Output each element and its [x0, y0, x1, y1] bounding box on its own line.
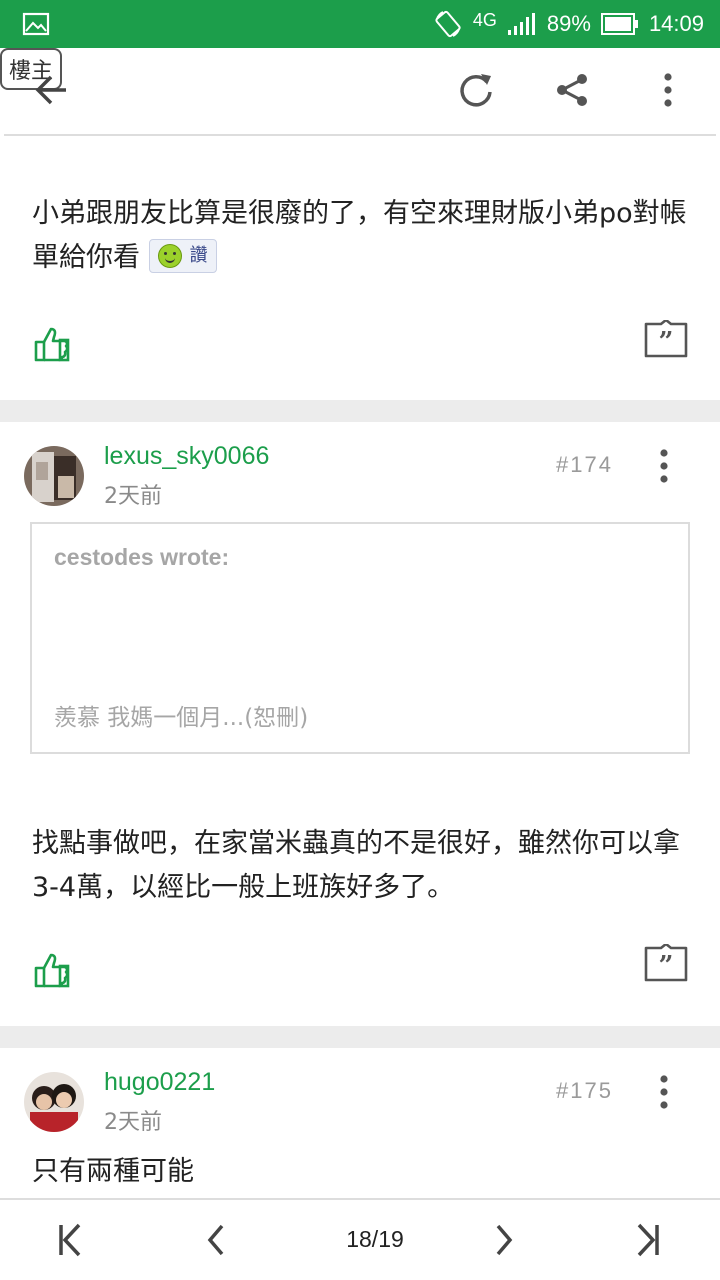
post-more-icon[interactable]: [652, 448, 676, 484]
share-icon: [557, 74, 587, 106]
chevron-right-icon: [496, 1224, 513, 1256]
quote-body: 羨慕 我媽一個月...(恕刪): [54, 705, 309, 731]
last-page-button[interactable]: [628, 1218, 668, 1262]
back-button[interactable]: [28, 66, 76, 114]
more-vert-icon: [664, 73, 672, 107]
chevron-left-icon: [207, 1224, 224, 1256]
signal-icon: [507, 13, 535, 35]
toolbar: 樓主: [0, 48, 720, 134]
post-body: 只有兩種可能: [32, 1150, 692, 1194]
post-body: 找點事做吧，在家當米蟲真的不是很好，雖然你可以拿3-4萬，以經比一般上班族好多了…: [32, 822, 692, 910]
post-text: 小弟跟朋友比算是很廢的了，有空來理財版小弟po對帳單給你看: [32, 198, 687, 273]
post-time: 2天前: [104, 1110, 162, 1135]
section-separator: [0, 1026, 720, 1048]
share-button[interactable]: [548, 66, 596, 114]
gallery-icon: [22, 12, 50, 36]
quote-author: cestodes wrote:: [54, 544, 230, 570]
refresh-icon: [460, 74, 492, 107]
emoji-sticker: 讚: [148, 238, 217, 273]
post-body: 小弟跟朋友比算是很廢的了，有空來理財版小弟po對帳單給你看 讚: [32, 192, 692, 280]
thumbs-up-icon[interactable]: [32, 950, 72, 990]
prev-page-button[interactable]: [196, 1218, 236, 1262]
next-page-button[interactable]: [484, 1218, 524, 1262]
section-separator: [0, 400, 720, 422]
avatar[interactable]: [24, 1072, 84, 1132]
first-page-button[interactable]: [50, 1218, 90, 1262]
quote-reply-icon[interactable]: ”: [644, 944, 688, 982]
post-text: 找點事做吧，在家當米蟲真的不是很好，雖然你可以拿3-4萬，以經比一般上班族好多了…: [32, 828, 680, 903]
quote-reply-icon[interactable]: ”: [644, 320, 688, 358]
floor-number: #175: [556, 1078, 613, 1103]
thumbs-up-icon[interactable]: [32, 324, 72, 364]
post-text: 只有兩種可能: [32, 1156, 194, 1187]
refresh-button[interactable]: [452, 66, 500, 114]
pagination-bar: 18/19: [0, 1200, 720, 1280]
smiley-icon: [157, 243, 182, 268]
battery-icon: [600, 13, 638, 35]
username[interactable]: hugo0221: [104, 1068, 215, 1097]
emoji-label: 讚: [189, 244, 208, 266]
quote-block: cestodes wrote: 羨慕 我媽一個月...(恕刪): [30, 522, 690, 754]
first-page-icon: [59, 1223, 81, 1257]
svg-text:”: ”: [659, 327, 674, 357]
status-bar: 4G 89% 14:09: [0, 0, 720, 48]
clock: 14:09: [648, 11, 704, 36]
svg-text:”: ”: [659, 951, 674, 981]
more-options-button[interactable]: [644, 66, 692, 114]
page-indicator[interactable]: 18/19: [300, 1226, 450, 1253]
post-more-icon[interactable]: [652, 1074, 676, 1110]
back-arrow-icon: [35, 75, 66, 105]
username[interactable]: lexus_sky0066: [104, 442, 269, 471]
network-type: 4G: [472, 9, 497, 30]
floor-number: #174: [556, 452, 613, 477]
battery-percent: 89%: [546, 11, 591, 36]
last-page-icon: [637, 1223, 659, 1257]
post-time: 2天前: [104, 484, 162, 509]
avatar[interactable]: [24, 446, 84, 506]
toolbar-divider: [4, 134, 716, 136]
rotate-icon: [435, 10, 461, 38]
